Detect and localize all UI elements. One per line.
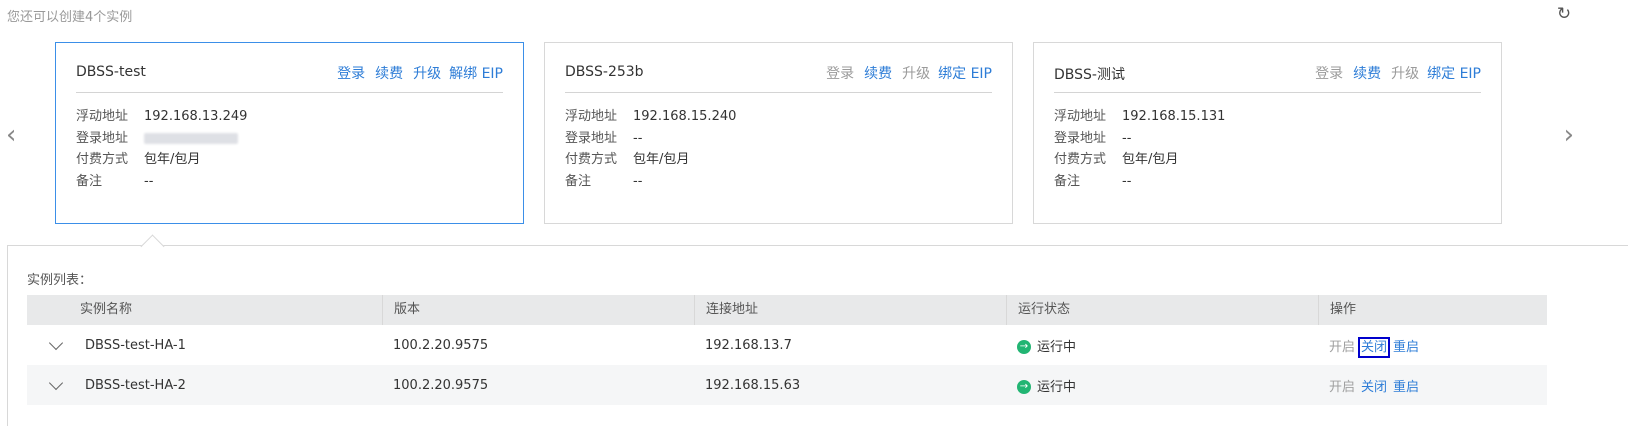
renew-link[interactable]: 续费 <box>1353 66 1381 82</box>
stop-button[interactable]: 关闭 <box>1361 380 1387 395</box>
column-header-version: 版本 <box>382 295 694 325</box>
card-title: DBSS-253b <box>565 64 644 80</box>
login-link: 登录 <box>826 66 855 82</box>
upgrade-link[interactable]: 升级 <box>413 66 441 82</box>
bind-eip-link[interactable]: 绑定 EIP <box>1427 66 1481 82</box>
bind-eip-link[interactable]: 绑定 EIP <box>938 66 992 82</box>
start-button: 开启 <box>1329 339 1356 355</box>
renew-link[interactable]: 续费 <box>375 66 403 82</box>
chevron-right-icon[interactable]: › <box>1564 122 1574 148</box>
login-address-row: 登录地址 <box>76 127 238 146</box>
table-row: DBSS-test-HA-1 100.2.20.9575 192.168.13.… <box>27 325 1547 365</box>
instance-card-dbss-ceshi[interactable]: DBSS-测试 登录 续费 升级 绑定 EIP 浮动地址 192.168.15.131 … <box>1033 42 1502 224</box>
expand-chevron-icon[interactable] <box>48 375 64 390</box>
running-status-icon: → <box>1017 380 1031 394</box>
login-link: 登录 <box>1315 66 1344 82</box>
instance-address: 192.168.13.7 <box>705 337 792 353</box>
payment-mode-row: 付费方式 包年/包月 <box>565 152 690 167</box>
note-row: 备注 -- <box>565 174 643 189</box>
note-row: 备注 -- <box>76 174 154 189</box>
running-status-icon: → <box>1017 340 1031 354</box>
blurred-login-address <box>144 133 238 144</box>
login-address-row: 登录地址 -- <box>1054 131 1132 146</box>
restart-button[interactable]: 重启 <box>1393 380 1419 395</box>
card-actions: 登录 续费 升级 解绑 EIP <box>327 63 503 83</box>
card-header: DBSS-测试 登录 续费 升级 绑定 EIP <box>1054 55 1481 93</box>
float-address-row: 浮动地址 192.168.13.249 <box>76 109 248 124</box>
card-header: DBSS-test 登录 续费 升级 解绑 EIP <box>76 55 503 93</box>
instance-card-dbss-test[interactable]: DBSS-test 登录 续费 升级 解绑 EIP 浮动地址 192.168.13.24… <box>55 42 524 224</box>
upgrade-link: 升级 <box>1391 66 1420 82</box>
column-header-status: 运行状态 <box>1006 295 1318 325</box>
upgrade-link: 升级 <box>902 66 931 82</box>
unbind-eip-link[interactable]: 解绑 EIP <box>449 66 503 82</box>
instance-list-panel: 实例列表： 实例名称 版本 连接地址 运行状态 操作 DBSS-test-HA-… <box>7 245 1628 426</box>
stop-button[interactable]: 关闭 <box>1358 336 1391 358</box>
column-header-name: 实例名称 <box>80 302 133 317</box>
instance-name: DBSS-test-HA-2 <box>85 377 186 393</box>
payment-mode-row: 付费方式 包年/包月 <box>1054 152 1179 167</box>
instance-card-dbss-253b[interactable]: DBSS-253b 登录 续费 升级 绑定 EIP 浮动地址 192.168.15.24… <box>544 42 1013 224</box>
start-button: 开启 <box>1329 379 1356 395</box>
instance-version: 100.2.20.9575 <box>393 377 489 393</box>
column-header-address: 连接地址 <box>694 295 1006 325</box>
expand-chevron-icon[interactable] <box>48 335 64 350</box>
card-title: DBSS-test <box>76 64 146 80</box>
refresh-icon[interactable]: ↻ <box>1555 5 1573 23</box>
row-operations: 开启 关闭 重启 <box>1318 376 1547 395</box>
instance-version: 100.2.20.9575 <box>393 337 489 353</box>
card-actions: 登录 续费 升级 绑定 EIP <box>1305 63 1481 83</box>
instance-list-title: 实例列表： <box>27 273 93 288</box>
login-link[interactable]: 登录 <box>337 66 365 82</box>
card-header: DBSS-253b 登录 续费 升级 绑定 EIP <box>565 55 992 93</box>
instance-status: 运行中 <box>1037 339 1077 355</box>
instance-status: 运行中 <box>1037 379 1077 395</box>
remaining-quota-text: 您还可以创建4个实例 <box>7 10 133 25</box>
restart-button[interactable]: 重启 <box>1393 340 1419 355</box>
chevron-left-icon[interactable]: ‹ <box>6 122 16 148</box>
note-row: 备注 -- <box>1054 174 1132 189</box>
table-row: DBSS-test-HA-2 100.2.20.9575 192.168.15.… <box>27 365 1547 405</box>
card-title: DBSS-测试 <box>1054 67 1125 83</box>
float-address-row: 浮动地址 192.168.15.240 <box>565 109 737 124</box>
float-address-row: 浮动地址 192.168.15.131 <box>1054 109 1226 124</box>
column-header-operations: 操作 <box>1318 295 1547 325</box>
instance-name: DBSS-test-HA-1 <box>85 337 186 353</box>
renew-link[interactable]: 续费 <box>864 66 892 82</box>
row-operations: 开启 关闭 重启 <box>1318 336 1547 358</box>
instance-address: 192.168.15.63 <box>705 377 801 393</box>
login-address-row: 登录地址 -- <box>565 131 643 146</box>
table-header: 实例名称 版本 连接地址 运行状态 操作 <box>27 295 1547 325</box>
instance-table: 实例名称 版本 连接地址 运行状态 操作 DBSS-test-HA-1 100.… <box>27 295 1547 405</box>
payment-mode-row: 付费方式 包年/包月 <box>76 152 201 167</box>
card-actions: 登录 续费 升级 绑定 EIP <box>816 63 992 83</box>
